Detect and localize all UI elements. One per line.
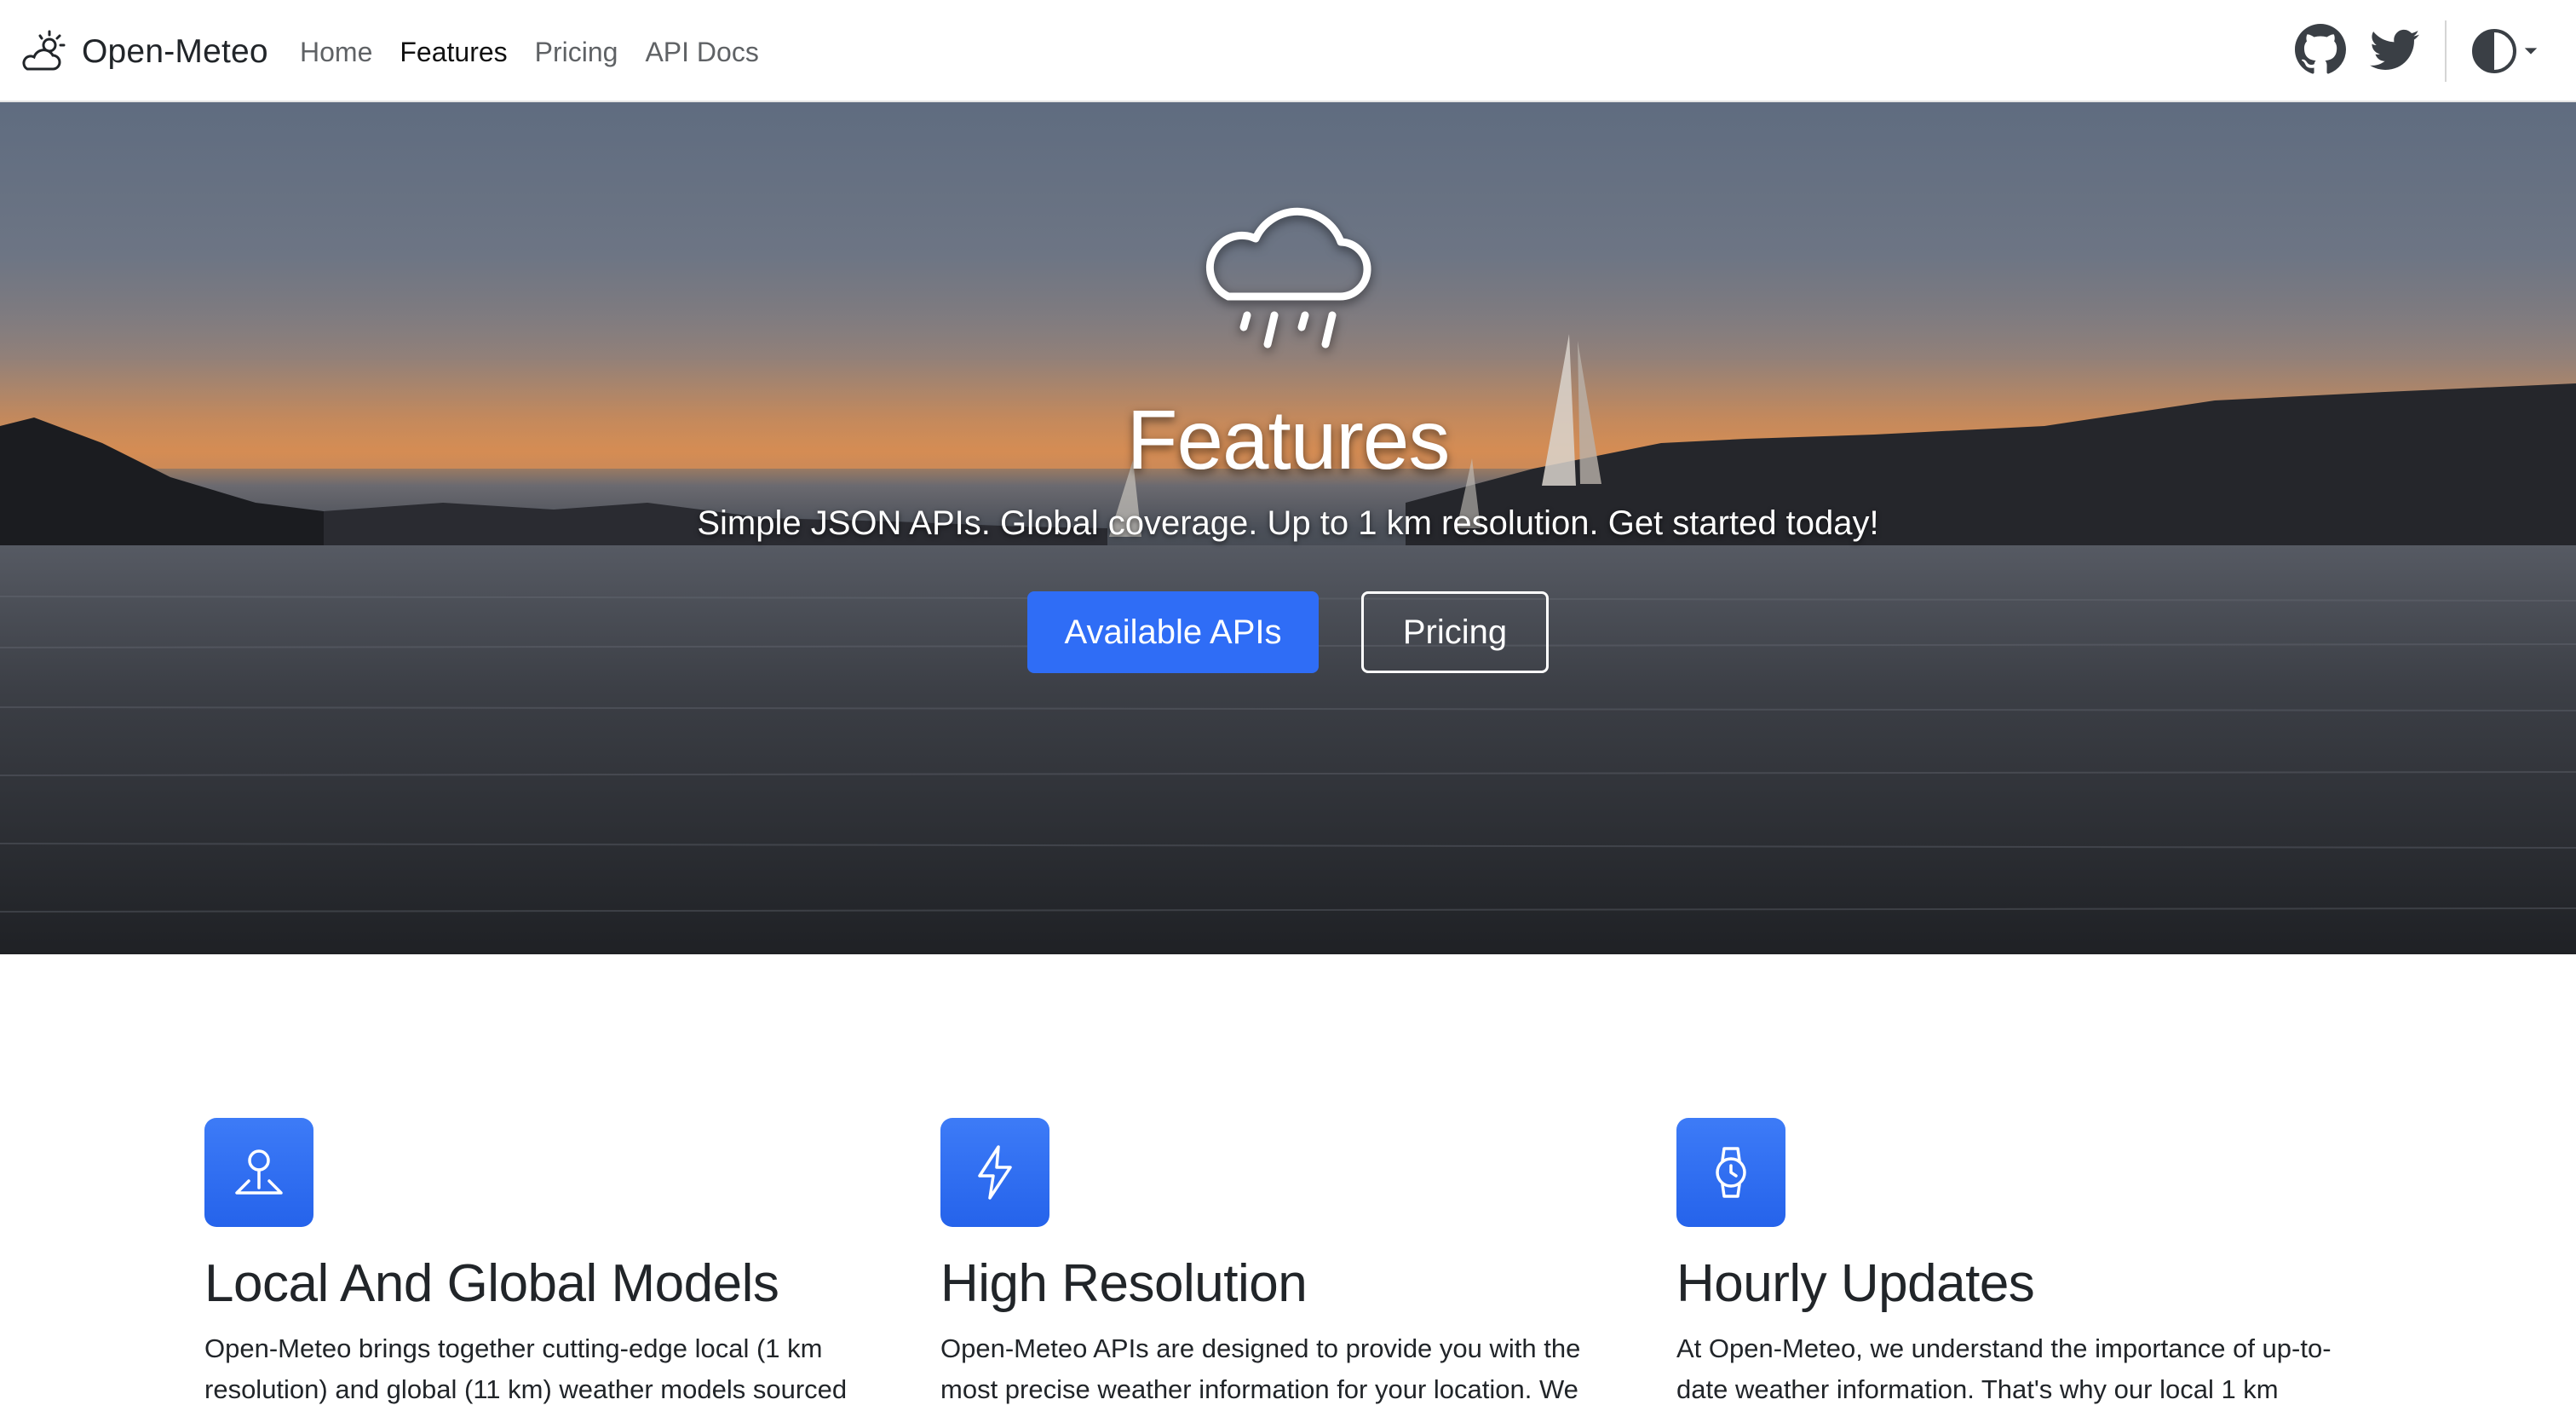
feature-title: Hourly Updates	[1676, 1254, 2035, 1313]
available-apis-button[interactable]: Available APIs	[1027, 591, 1319, 673]
hero-content: Features Simple JSON APIs. Global covera…	[0, 102, 2576, 954]
feature-title: Local And Global Models	[204, 1254, 779, 1313]
twitter-link[interactable]	[2370, 27, 2419, 73]
feature-icon-box	[204, 1118, 313, 1227]
main-nav: Home Features Pricing API Docs	[300, 31, 786, 73]
hero-section: Features Simple JSON APIs. Global covera…	[0, 102, 2576, 954]
pricing-button[interactable]: Pricing	[1361, 591, 1549, 673]
nav-home[interactable]: Home	[300, 31, 372, 73]
feature-text: At Open-Meteo, we understand the importa…	[1676, 1333, 2332, 1405]
watch-icon	[1716, 1147, 1746, 1198]
lightning-icon	[978, 1145, 1012, 1200]
brand-link[interactable]: Open-Meteo	[19, 26, 268, 78]
feature-hourly-updates: Hourly Updates At Open-Meteo, we underst…	[1676, 1118, 2375, 1410]
hero-subtitle: Simple JSON APIs. Global coverage. Up to…	[697, 504, 1879, 542]
nav-features[interactable]: Features	[400, 31, 507, 73]
github-link[interactable]	[2295, 24, 2346, 75]
github-icon	[2295, 24, 2346, 74]
twitter-icon	[2370, 29, 2419, 70]
theme-toggle[interactable]	[2472, 26, 2540, 77]
hero-title: Features	[1126, 393, 1451, 487]
feature-title: High Resolution	[940, 1254, 1308, 1313]
cloud-rain-icon	[1205, 207, 1371, 348]
feature-local-global-models: Local And Global Models Open-Meteo bring…	[204, 1118, 903, 1410]
feature-icon-box	[1676, 1118, 1785, 1227]
top-navbar: Open-Meteo Home Features Pricing API Doc…	[0, 0, 2576, 102]
theme-toggle-icon	[2472, 29, 2516, 73]
feature-high-resolution: High Resolution Open-Meteo APIs are desi…	[940, 1118, 1639, 1410]
feature-text: Open-Meteo brings together cutting-edge …	[204, 1333, 848, 1405]
nav-pricing[interactable]: Pricing	[535, 31, 618, 73]
nav-divider	[2445, 20, 2447, 82]
feature-icon-box	[940, 1118, 1049, 1227]
map-pin-icon	[235, 1149, 283, 1195]
brand-name: Open-Meteo	[82, 33, 268, 70]
nav-api-docs[interactable]: API Docs	[645, 31, 758, 73]
chevron-down-icon	[2524, 48, 2538, 55]
sun-cloud-logo-icon	[22, 30, 66, 71]
feature-text: Open-Meteo APIs are designed to provide …	[940, 1333, 1581, 1405]
